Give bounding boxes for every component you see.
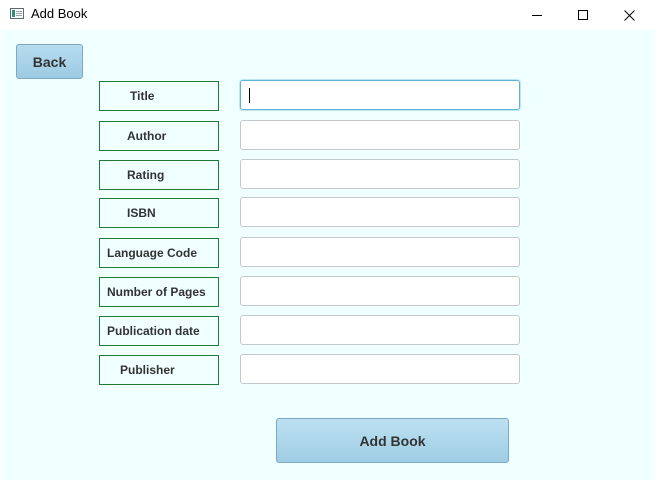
maximize-icon bbox=[578, 10, 588, 20]
text-caret bbox=[249, 88, 250, 103]
language-code-label: Language Code bbox=[99, 238, 219, 268]
number-of-pages-label: Number of Pages bbox=[99, 277, 219, 307]
app-window-icon bbox=[10, 8, 24, 19]
rating-label: Rating bbox=[99, 160, 219, 190]
back-button[interactable]: Back bbox=[16, 44, 83, 79]
form-panel: Back Title Author Rating ISBN Language C… bbox=[1, 30, 655, 480]
maximize-button[interactable] bbox=[560, 0, 606, 30]
add-book-button[interactable]: Add Book bbox=[276, 418, 509, 463]
title-label: Title bbox=[99, 81, 219, 111]
isbn-input[interactable] bbox=[240, 197, 520, 227]
rating-input[interactable] bbox=[240, 159, 520, 189]
publication-date-label: Publication date bbox=[99, 316, 219, 346]
number-of-pages-input[interactable] bbox=[240, 276, 520, 306]
close-button[interactable] bbox=[606, 0, 652, 30]
publisher-label: Publisher bbox=[99, 355, 219, 385]
minimize-icon bbox=[532, 15, 542, 16]
publication-date-input[interactable] bbox=[240, 315, 520, 345]
title-input[interactable] bbox=[240, 80, 520, 110]
author-label: Author bbox=[99, 121, 219, 151]
minimize-button[interactable] bbox=[514, 0, 560, 30]
language-code-input[interactable] bbox=[240, 237, 520, 267]
close-icon bbox=[623, 9, 635, 21]
title-bar: Add Book bbox=[0, 0, 656, 30]
publisher-input[interactable] bbox=[240, 354, 520, 384]
window-title: Add Book bbox=[31, 6, 88, 21]
isbn-label: ISBN bbox=[99, 198, 219, 228]
author-input[interactable] bbox=[240, 120, 520, 150]
